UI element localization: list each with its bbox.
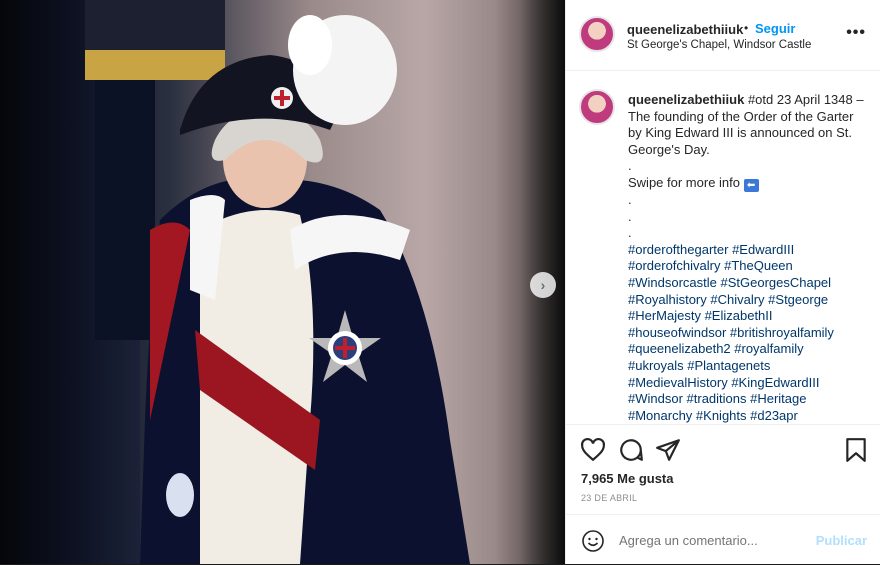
- hashtag-line[interactable]: #Monarchy #Knights #d23apr: [628, 408, 868, 424]
- bookmark-icon[interactable]: [843, 437, 869, 463]
- next-photo-button[interactable]: ›: [530, 272, 556, 298]
- hashtag-line[interactable]: #orderofchivalry #TheQueen: [628, 258, 868, 275]
- hashtag-line[interactable]: #Windsorcastle #StGeorgesChapel: [628, 275, 868, 292]
- likes-count[interactable]: 7,965 Me gusta: [581, 471, 674, 486]
- comment-bar: Publicar: [566, 514, 880, 565]
- post-photo[interactable]: ›: [0, 0, 565, 564]
- follow-button[interactable]: Seguir: [755, 21, 795, 36]
- post-caption: queenelizabethiiuk #otd 23 April 1348 – …: [628, 92, 868, 424]
- caption-swipe-text: Swipe for more info: [628, 174, 740, 190]
- hashtag-line[interactable]: #Royalhistory #Chivalry #Stgeorge: [628, 292, 868, 309]
- left-arrow-icon: ⬅: [743, 178, 759, 192]
- caption-username[interactable]: queenelizabethiiuk: [628, 92, 744, 107]
- post-side-panel: queenelizabethiiuk • Seguir St George's …: [565, 0, 880, 564]
- hashtag-line[interactable]: #Windsor #traditions #Heritage: [628, 391, 868, 408]
- author-avatar[interactable]: [579, 16, 615, 52]
- caption-dot-2: .: [628, 191, 632, 207]
- author-username[interactable]: queenelizabethiiuk: [627, 22, 743, 37]
- comment-input[interactable]: [619, 533, 799, 548]
- hashtag-line[interactable]: #houseofwindsor #britishroyalfamily: [628, 325, 868, 342]
- separator-dot: •: [744, 21, 749, 35]
- emoji-icon[interactable]: [581, 529, 605, 553]
- hashtag-line[interactable]: #MedievalHistory #KingEdwardIII: [628, 375, 868, 392]
- post-date[interactable]: 23 DE ABRIL: [581, 493, 637, 503]
- post-actions: 7,965 Me gusta 23 DE ABRIL: [566, 424, 880, 515]
- hashtag-line[interactable]: #HerMajesty #ElizabethII: [628, 308, 868, 325]
- publish-button[interactable]: Publicar: [816, 533, 867, 548]
- heart-icon[interactable]: [580, 437, 606, 463]
- post-location[interactable]: St George's Chapel, Windsor Castle: [627, 39, 811, 51]
- caption-dot-1: .: [628, 158, 632, 174]
- share-icon[interactable]: [655, 437, 681, 463]
- caption-dot-4: .: [628, 225, 632, 241]
- chevron-right-icon: ›: [540, 277, 546, 293]
- post-header: queenelizabethiiuk • Seguir St George's …: [566, 0, 880, 71]
- queen-illustration: [85, 0, 470, 564]
- caption-author-avatar[interactable]: [579, 89, 615, 125]
- hashtag-line[interactable]: #ukroyals #Plantagenets: [628, 358, 868, 375]
- caption-dot-3: .: [628, 208, 632, 224]
- more-options-icon[interactable]: •••: [846, 24, 866, 42]
- caption-swipe: Swipe for more info ⬅: [628, 175, 868, 192]
- hashtag-line[interactable]: #queenelizabeth2 #royalfamily: [628, 341, 868, 358]
- comment-icon[interactable]: [618, 437, 644, 463]
- hashtag-line[interactable]: #orderofthegarter #EdwardIII: [628, 242, 868, 259]
- caption-area: queenelizabethiiuk #otd 23 April 1348 – …: [566, 71, 880, 424]
